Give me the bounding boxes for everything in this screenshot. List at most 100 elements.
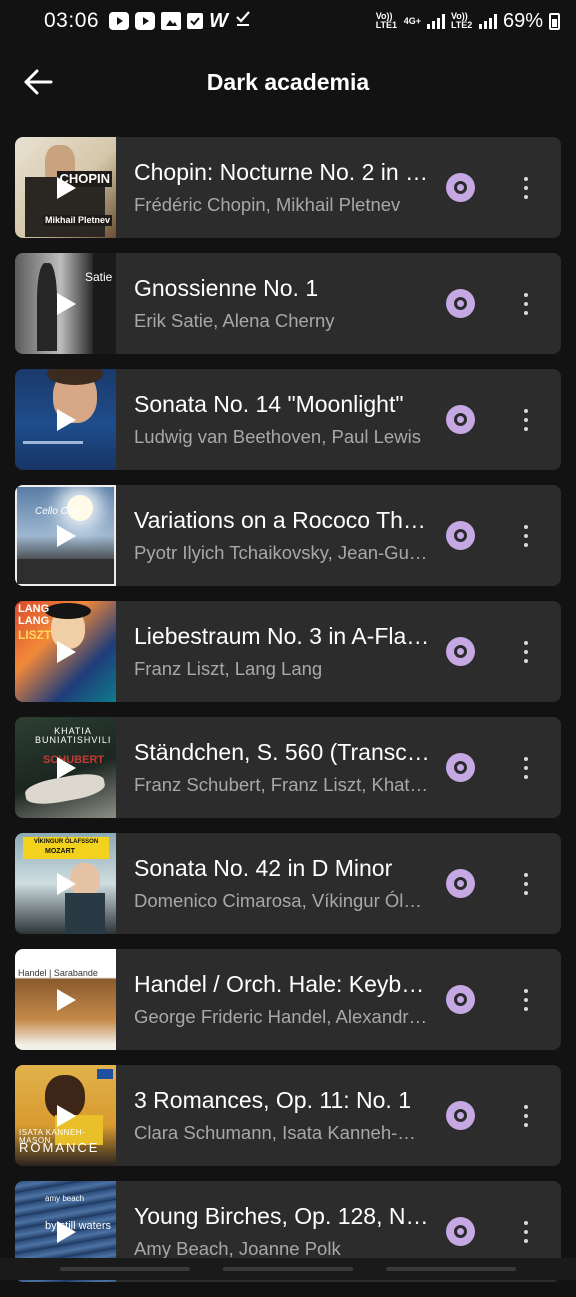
- track-artists: Domenico Cimarosa, Víkingur Ólafsson: [134, 890, 430, 912]
- w-icon: W: [209, 10, 228, 33]
- net-type-label: 4G+: [404, 17, 421, 26]
- track-title: Young Birches, Op. 128, No. 2: [134, 1203, 430, 1230]
- track-artists: George Frideric Handel, Alexandre Tharau…: [134, 1006, 430, 1028]
- track-artists: Frédéric Chopin, Mikhail Pletnev: [134, 194, 430, 216]
- album-art: CHOPIN Mikhail Pletnev: [15, 137, 116, 238]
- album-art-label: amy beach: [45, 1195, 84, 1203]
- signal-icon: [427, 13, 445, 29]
- more-options-button[interactable]: [511, 171, 541, 205]
- back-button[interactable]: [18, 62, 58, 102]
- battery-icon: [549, 13, 560, 30]
- downloaded-icon: [446, 1101, 475, 1130]
- track-title: Handel / Orch. Hale: Keyboard Suite: [134, 971, 430, 998]
- track-row[interactable]: KHATIA BUNIATISHVILI SCHUBERT Ständchen,…: [15, 717, 561, 818]
- track-row[interactable]: ISATA KANNEH-MASON ROMANCE 3 Romances, O…: [15, 1065, 561, 1166]
- status-time: 03:06: [44, 9, 99, 33]
- track-artists: Franz Liszt, Lang Lang: [134, 658, 430, 680]
- downloaded-icon: [446, 173, 475, 202]
- battery-percent: 69%: [503, 10, 543, 33]
- album-art: LANG LANG LISZT: [15, 601, 116, 702]
- track-artists: Pyotr Ilyich Tchaikovsky, Jean-Guihen Qu…: [134, 542, 430, 564]
- sim2-label: Vo)) LTE2: [451, 12, 473, 30]
- track-title: Ständchen, S. 560 (Transcription): [134, 739, 430, 766]
- album-art: Handel | Sarabande: [15, 949, 116, 1050]
- album-art-label: Satie: [85, 271, 112, 284]
- track-artists: Amy Beach, Joanne Polk: [134, 1238, 430, 1260]
- track-row[interactable]: VÍKINGUR ÓLAFSSON MOZART Sonata No. 42 i…: [15, 833, 561, 934]
- downloaded-icon: [446, 405, 475, 434]
- play-icon: [55, 872, 77, 896]
- track-title: Sonata No. 42 in D Minor: [134, 855, 430, 882]
- track-title: Variations on a Rococo Theme: [134, 507, 430, 534]
- home-button[interactable]: [223, 1267, 353, 1271]
- track-artists: Franz Schubert, Franz Liszt, Khatia Buni…: [134, 774, 430, 796]
- recent-apps-button[interactable]: [60, 1267, 190, 1271]
- album-art-label: VÍKINGUR ÓLAFSSON: [25, 839, 107, 845]
- signal-icon: [479, 13, 497, 29]
- more-options-button[interactable]: [511, 1215, 541, 1249]
- check-icon: [187, 13, 203, 29]
- downloaded-icon: [446, 869, 475, 898]
- more-options-button[interactable]: [511, 287, 541, 321]
- play-icon: [55, 408, 77, 432]
- track-row[interactable]: Handel | Sarabande Handel / Orch. Hale: …: [15, 949, 561, 1050]
- status-bar: 03:06 W Vo)) LTE1 4G+ Vo)) LTE2 69%: [0, 0, 576, 42]
- track-row[interactable]: LANG LANG LISZT Liebestraum No. 3 in A-F…: [15, 601, 561, 702]
- header: Dark academia: [0, 42, 576, 122]
- album-art: Satie: [15, 253, 116, 354]
- track-title: Sonata No. 14 "Moonlight": [134, 391, 430, 418]
- play-icon: [55, 1220, 77, 1244]
- notification-icons: W: [109, 9, 252, 33]
- play-icon: [55, 176, 77, 200]
- page-title: Dark academia: [207, 69, 369, 96]
- play-icon: [55, 640, 77, 664]
- track-row[interactable]: Sonata No. 14 "Moonlight" Ludwig van Bee…: [15, 369, 561, 470]
- album-art-label: LANG LANG: [18, 604, 52, 627]
- track-artists: Clara Schumann, Isata Kanneh-Mason: [134, 1122, 430, 1144]
- downloaded-icon: [446, 637, 475, 666]
- downloaded-icon: [446, 985, 475, 1014]
- track-title: Liebestraum No. 3 in A-Flat Major: [134, 623, 430, 650]
- album-art-sublabel: LISZT: [18, 629, 51, 642]
- track-title: Chopin: Nocturne No. 2 in E-Flat Major: [134, 159, 430, 186]
- more-options-button[interactable]: [511, 983, 541, 1017]
- system-nav-bar: [0, 1258, 576, 1280]
- downloaded-icon: [446, 1217, 475, 1246]
- track-artists: Erik Satie, Alena Cherny: [134, 310, 430, 332]
- track-row[interactable]: CHOPIN Mikhail Pletnev Chopin: Nocturne …: [15, 137, 561, 238]
- downloaded-icon: [446, 753, 475, 782]
- play-icon: [55, 524, 77, 548]
- play-icon: [55, 756, 77, 780]
- gallery-icon: [161, 12, 181, 30]
- album-art: VÍKINGUR ÓLAFSSON MOZART: [15, 833, 116, 934]
- album-art-label: Handel | Sarabande: [18, 969, 98, 978]
- more-options-button[interactable]: [511, 867, 541, 901]
- track-list: CHOPIN Mikhail Pletnev Chopin: Nocturne …: [15, 137, 561, 1297]
- album-art-sublabel: Mikhail Pletnev: [43, 215, 112, 226]
- album-art: [15, 369, 116, 470]
- play-icon: [55, 292, 77, 316]
- album-art: KHATIA BUNIATISHVILI SCHUBERT: [15, 717, 116, 818]
- back-arrow-icon: [23, 69, 53, 95]
- youtube-icon: [109, 12, 129, 30]
- download-done-icon: [234, 9, 252, 33]
- album-art: Cello Con: [15, 485, 116, 586]
- back-nav-button[interactable]: [386, 1267, 516, 1271]
- album-art-label: Cello Con: [35, 507, 79, 518]
- more-options-button[interactable]: [511, 635, 541, 669]
- track-title: Gnossienne No. 1: [134, 275, 430, 302]
- track-artists: Ludwig van Beethoven, Paul Lewis: [134, 426, 430, 448]
- album-art-sublabel: MOZART: [45, 848, 75, 855]
- more-options-button[interactable]: [511, 751, 541, 785]
- album-art: ISATA KANNEH-MASON ROMANCE: [15, 1065, 116, 1166]
- album-art-sublabel: ROMANCE: [19, 1141, 99, 1155]
- youtube-icon: [135, 12, 155, 30]
- track-title: 3 Romances, Op. 11: No. 1: [134, 1087, 430, 1114]
- track-row[interactable]: Satie Gnossienne No. 1 Erik Satie, Alena…: [15, 253, 561, 354]
- more-options-button[interactable]: [511, 403, 541, 437]
- sim1-label: Vo)) LTE1: [376, 12, 398, 30]
- track-row[interactable]: Cello Con Variations on a Rococo Theme P…: [15, 485, 561, 586]
- more-options-button[interactable]: [511, 1099, 541, 1133]
- downloaded-icon: [446, 289, 475, 318]
- more-options-button[interactable]: [511, 519, 541, 553]
